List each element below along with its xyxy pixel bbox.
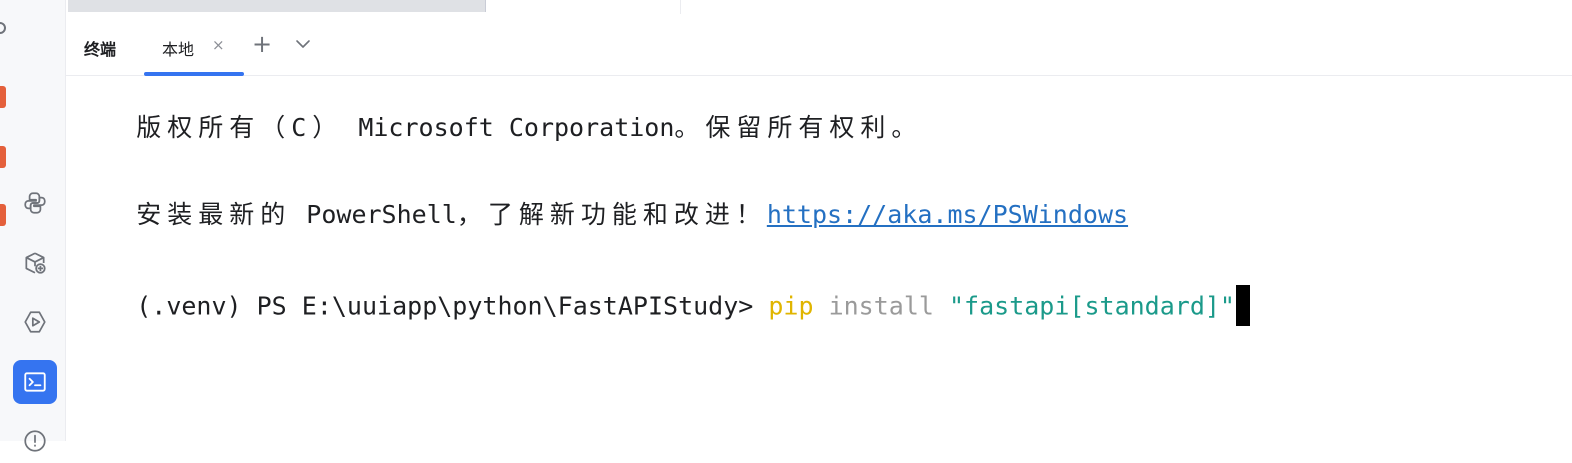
terminal-output[interactable]: 版权所有（C） Microsoft Corporation。保留所有权利。 安装… — [76, 76, 1572, 441]
new-tab-button[interactable]: + — [252, 32, 272, 56]
terminal-button[interactable] — [13, 360, 57, 404]
edge-marker — [0, 86, 6, 108]
tab-menu-button[interactable] — [294, 36, 312, 50]
notice-text: 安装最新的 — [136, 200, 292, 229]
services-button[interactable] — [13, 300, 57, 344]
command-argument: install — [813, 291, 949, 321]
copyright-rights: 。保留所有权利。 — [674, 113, 923, 142]
tab-close-icon[interactable]: × — [212, 38, 225, 53]
notice-text-2: ，了解新功能和改进！ — [456, 200, 767, 229]
command-string: "fastapi[standard]" — [949, 291, 1235, 321]
editor-tab-remnant — [68, 0, 486, 12]
divider — [680, 0, 681, 14]
problems-icon — [24, 430, 46, 452]
python-packages-icon — [25, 252, 46, 274]
terminal-header: 终端 本地 × + — [66, 14, 1572, 76]
python-icon — [24, 192, 46, 214]
tab-local[interactable]: 本地 × — [144, 14, 244, 76]
prompt-line: (.venv) PS E:\uuiapp\python\FastAPIStudy… — [76, 257, 1250, 326]
python-packages-button[interactable] — [13, 241, 57, 285]
copyright-line: 版权所有（C） Microsoft Corporation。保留所有权利。 — [76, 83, 922, 142]
powershell-link[interactable]: https://aka.ms/PSWindows — [767, 200, 1128, 229]
shell-prompt: (.venv) PS E:\uuiapp\python\FastAPIStudy… — [136, 291, 769, 321]
tab-label: 本地 — [162, 40, 195, 59]
tool-window-strip — [0, 0, 66, 452]
services-icon — [24, 311, 46, 333]
copyright-company: Microsoft Corporation — [343, 113, 675, 142]
problems-button[interactable] — [13, 419, 57, 463]
editor-tab-strip-remnant — [66, 0, 1572, 15]
copyright-text: 版权所有（C） — [136, 113, 344, 142]
notice-line: 安装最新的 PowerShell，了解新功能和改进！https://aka.ms… — [76, 170, 1128, 229]
terminal-icon — [24, 372, 46, 392]
chevron-down-icon — [296, 40, 310, 48]
command-program: pip — [768, 291, 814, 321]
panel-title: 终端 — [84, 40, 117, 59]
text-cursor — [1235, 285, 1250, 326]
python-console-button[interactable] — [13, 181, 57, 225]
edge-marker — [0, 204, 6, 226]
collapse-arc-icon — [0, 22, 6, 34]
notice-product: PowerShell — [291, 200, 457, 229]
edge-marker — [0, 146, 6, 168]
